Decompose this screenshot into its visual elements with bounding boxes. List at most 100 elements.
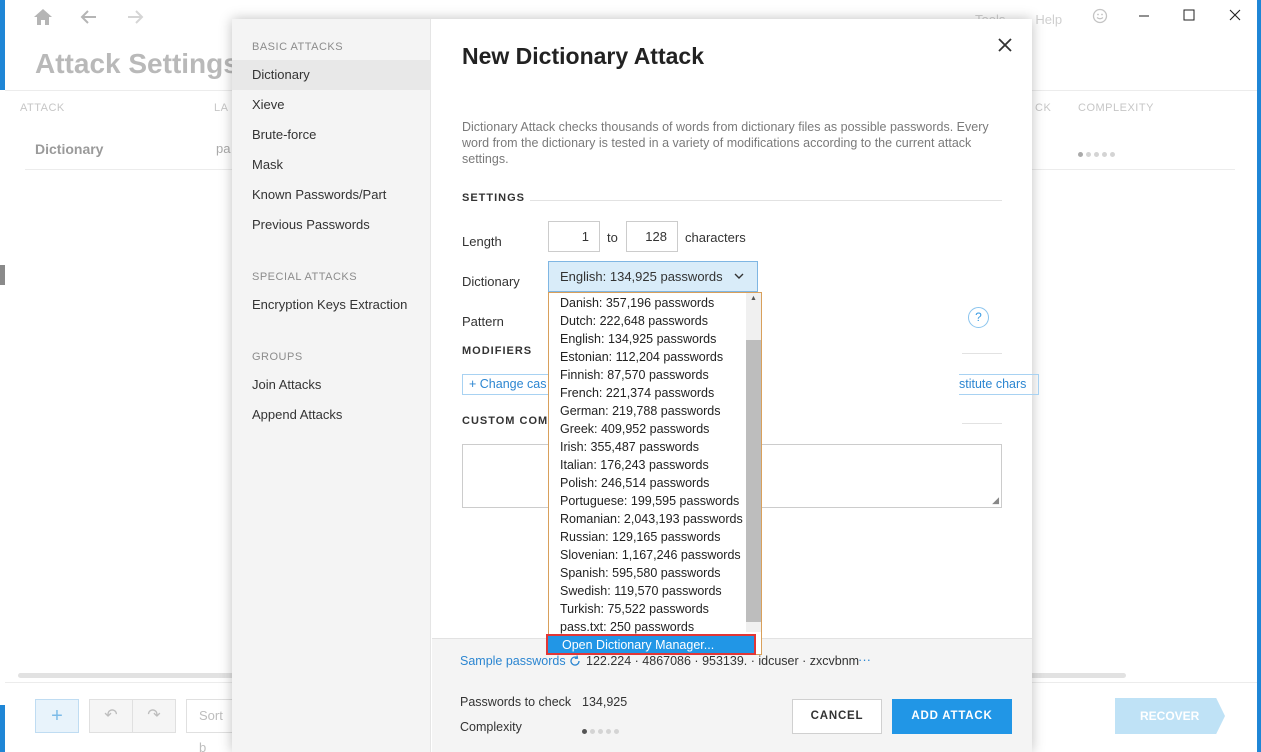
help-icon[interactable]: ? — [968, 307, 989, 328]
window-right-edge — [1257, 0, 1261, 752]
maximize-icon[interactable] — [1177, 8, 1201, 27]
home-icon[interactable] — [30, 8, 56, 32]
sidebar-item-xieve[interactable]: Xieve — [232, 90, 431, 120]
complexity-dot — [582, 729, 587, 734]
dictionary-selected-value: English: 134,925 passwords — [560, 269, 723, 284]
sidebar-item-append-attacks[interactable]: Append Attacks — [232, 400, 431, 430]
sidebar-item-encryption-keys[interactable]: Encryption Keys Extraction — [232, 290, 431, 320]
change-case-button[interactable]: + Change cas — [462, 374, 552, 395]
back-arrow-icon[interactable] — [76, 8, 102, 32]
accent-strip-mid — [0, 265, 5, 285]
column-la[interactable]: LA — [214, 102, 228, 114]
sample-passwords-link[interactable]: Sample passwords — [460, 654, 581, 670]
sidebar-item-dictionary[interactable]: Dictionary — [232, 60, 431, 90]
dropdown-option[interactable]: Finnish: 87,570 passwords — [549, 366, 745, 384]
refresh-icon[interactable] — [569, 655, 581, 670]
modifiers-divider — [962, 353, 1002, 354]
sidebar-item-previous-passwords[interactable]: Previous Passwords — [232, 210, 431, 240]
column-ck[interactable]: CK — [1035, 102, 1051, 114]
scroll-up-icon[interactable]: ▲ — [746, 295, 761, 302]
more-samples-icon[interactable]: ··· — [858, 652, 871, 667]
dropdown-option[interactable]: Turkish: 75,522 passwords — [549, 600, 745, 618]
complexity-dot — [590, 729, 595, 734]
undo-icon[interactable]: ↶ — [89, 699, 133, 733]
complexity-dot — [598, 729, 603, 734]
substitute-chars-button[interactable]: stitute chars — [959, 374, 1039, 395]
dialog-title: New Dictionary Attack — [462, 43, 704, 69]
dropdown-option[interactable]: Romanian: 2,043,193 passwords — [549, 510, 745, 528]
dropdown-option[interactable]: Greek: 409,952 passwords — [549, 420, 745, 438]
menu-help[interactable]: Help — [1035, 12, 1062, 27]
complexity-dot — [614, 729, 619, 734]
length-min-input[interactable]: 1 — [548, 221, 600, 252]
dropdown-option[interactable]: Polish: 246,514 passwords — [549, 474, 745, 492]
add-icon[interactable]: + — [35, 699, 79, 733]
window-close-icon[interactable] — [1223, 8, 1247, 27]
dropdown-option[interactable]: Dutch: 222,648 passwords — [549, 312, 745, 330]
dropdown-option[interactable]: Portuguese: 199,595 passwords — [549, 492, 745, 510]
row-complexity-dots — [1078, 145, 1115, 160]
dictionary-dropdown-list: Danish: 357,196 passwords Dutch: 222,648 … — [546, 292, 762, 655]
accent-strip-bottom — [0, 705, 5, 752]
sample-passwords-label: Sample passwords — [460, 654, 566, 668]
dropdown-option[interactable]: English: 134,925 passwords — [549, 330, 745, 348]
length-to-label: to — [607, 230, 618, 245]
column-complexity[interactable]: COMPLEXITY — [1078, 102, 1154, 114]
forward-arrow-icon[interactable] — [122, 8, 148, 32]
complexity-label: Complexity — [460, 720, 522, 734]
row-attack-name[interactable]: Dictionary — [35, 141, 103, 157]
dropdown-option[interactable]: Estonian: 112,204 passwords — [549, 348, 745, 366]
settings-divider — [530, 200, 1002, 201]
passwords-to-check-value: 134,925 — [582, 695, 628, 709]
dictionary-label: Dictionary — [462, 274, 520, 289]
close-icon[interactable] — [994, 35, 1016, 57]
sidebar-item-join-attacks[interactable]: Join Attacks — [232, 370, 431, 400]
sidebar-item-known-passwords[interactable]: Known Passwords/Part — [232, 180, 431, 210]
complexity-dots — [582, 723, 619, 737]
dictionary-select[interactable]: English: 134,925 passwords — [548, 261, 758, 292]
nav-icons — [30, 8, 148, 32]
recover-button[interactable]: RECOVER — [1115, 698, 1225, 734]
custom-heading: CUSTOM COMI — [462, 415, 553, 427]
dropdown-option[interactable]: Swedish: 119,570 passwords — [549, 582, 745, 600]
redo-icon[interactable]: ↷ — [132, 699, 176, 733]
smiley-icon[interactable] — [1088, 8, 1112, 29]
open-dictionary-manager-option[interactable]: Open Dictionary Manager... — [546, 634, 756, 655]
dropdown-option[interactable]: Spanish: 595,580 passwords — [549, 564, 745, 582]
settings-heading: SETTINGS — [462, 192, 526, 204]
sidebar-item-mask[interactable]: Mask — [232, 150, 431, 180]
dropdown-option[interactable]: Irish: 355,487 passwords — [549, 438, 745, 456]
resize-grip-icon[interactable]: ◢ — [992, 495, 999, 506]
basic-attacks-heading: BASIC ATTACKS — [252, 41, 344, 53]
length-unit-label: characters — [685, 230, 746, 245]
length-label: Length — [462, 234, 502, 249]
cancel-button[interactable]: CANCEL — [792, 699, 882, 734]
sort-dropdown[interactable]: Sort b — [186, 699, 234, 752]
minimize-icon[interactable] — [1132, 8, 1156, 27]
modifiers-heading: MODIFIERS — [462, 345, 533, 357]
dropdown-option[interactable]: Danish: 357,196 passwords — [549, 294, 745, 312]
window-left-edge — [0, 0, 5, 752]
custom-divider — [962, 423, 1002, 424]
passwords-to-check-label: Passwords to check — [460, 695, 572, 709]
dropdown-option[interactable]: French: 221,374 passwords — [549, 384, 745, 402]
add-attack-button[interactable]: ADD ATTACK — [892, 699, 1012, 734]
dropdown-option[interactable]: Italian: 176,243 passwords — [549, 456, 745, 474]
sidebar-item-brute-force[interactable]: Brute-force — [232, 120, 431, 150]
dropdown-option[interactable]: German: 219,788 passwords — [549, 402, 745, 420]
column-attack[interactable]: ATTACK — [20, 102, 65, 114]
pattern-label: Pattern — [462, 314, 504, 329]
attack-description: Dictionary Attack checks thousands of wo… — [462, 120, 989, 166]
page-title: Attack Settings — [35, 48, 239, 79]
sample-passwords-values: 122.224 · 4867086 · 953139. · idcuser · … — [586, 654, 860, 668]
groups-heading: GROUPS — [252, 351, 303, 363]
length-max-input[interactable]: 128 — [626, 221, 678, 252]
dialog-footer: Sample passwords 122.224 · 4867086 · 953… — [432, 638, 1032, 752]
accent-strip-top — [0, 0, 5, 90]
dropdown-option[interactable]: Russian: 129,165 passwords — [549, 528, 745, 546]
special-attacks-heading: SPECIAL ATTACKS — [252, 271, 358, 283]
complexity-dot — [606, 729, 611, 734]
dropdown-option[interactable]: Slovenian: 1,167,246 passwords — [549, 546, 745, 564]
scroll-thumb[interactable] — [746, 340, 761, 622]
dropdown-scrollbar[interactable]: ▲ — [746, 293, 761, 632]
